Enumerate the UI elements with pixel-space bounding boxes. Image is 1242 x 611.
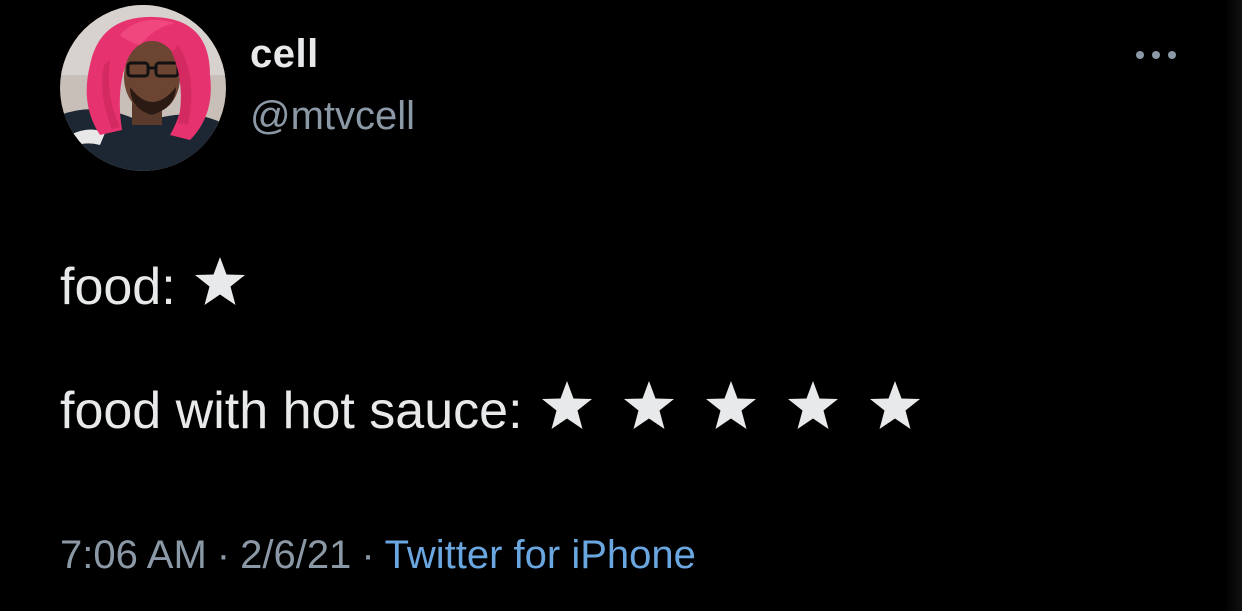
user-handle[interactable]: @mtvcell — [250, 94, 415, 139]
food-with-hot-sauce-rating — [539, 380, 923, 432]
meta-separator: · — [361, 533, 375, 577]
more-horizontal-icon — [1136, 51, 1176, 59]
tweet-card: cell @mtvcell food: food with hot sauce: — [0, 0, 1242, 611]
star-icon — [194, 257, 245, 305]
window-edge — [1224, 0, 1242, 611]
display-name[interactable]: cell — [250, 32, 319, 77]
tweet-meta: 7:06 AM · 2/6/21 · Twitter for iPhone — [60, 533, 696, 578]
star-icon — [541, 381, 592, 429]
tweet-date[interactable]: 2/6/21 — [240, 533, 351, 577]
star-icon — [869, 381, 920, 429]
star-icon — [705, 381, 756, 429]
tweet-time[interactable]: 7:06 AM — [60, 533, 207, 577]
star-icon — [623, 381, 674, 429]
tweet-source-link[interactable]: Twitter for iPhone — [385, 533, 696, 577]
food-label: food: — [60, 258, 176, 316]
food-rating — [192, 256, 248, 308]
star-icon — [787, 381, 838, 429]
tweet-text-line-2: food with hot sauce: — [60, 380, 923, 437]
meta-separator: · — [216, 533, 231, 577]
food-with-hot-sauce-label: food with hot sauce: — [60, 382, 523, 440]
avatar[interactable] — [60, 5, 226, 171]
more-options-button[interactable] — [1128, 40, 1184, 70]
tweet-text-line-1: food: — [60, 256, 248, 313]
